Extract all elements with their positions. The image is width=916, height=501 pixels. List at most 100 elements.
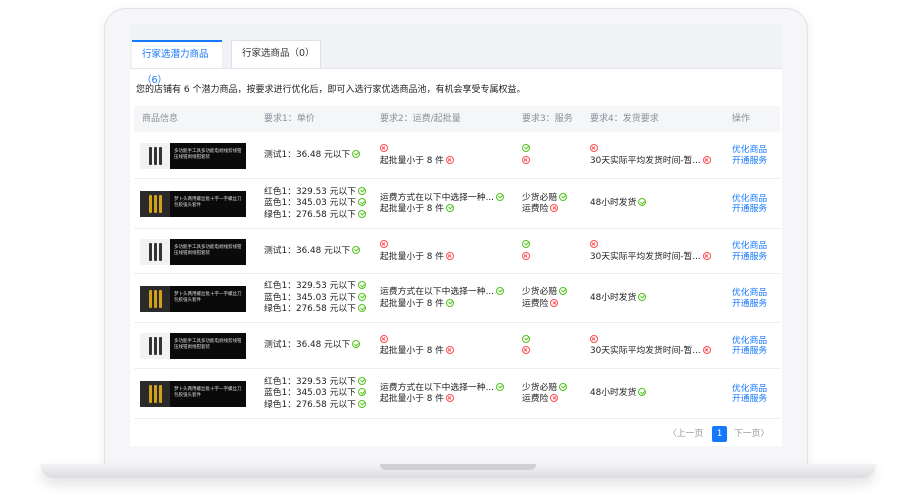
product-image <box>140 381 170 407</box>
check-circle-icon <box>357 399 366 408</box>
requirement-line: 运费险 <box>522 204 567 216</box>
enable-service-link[interactable]: 开通服务 <box>732 204 767 215</box>
requirement-line: 30天实际平均发货时间-暂... <box>590 346 711 358</box>
next-page-button[interactable]: 下一页〉 <box>734 426 769 442</box>
check-circle-icon <box>357 292 366 301</box>
notice-text: 您的店铺有 6 个潜力商品，按要求进行优化后，即可入选行家优选商品池，有机会享受… <box>136 85 526 95</box>
price-text: 蓝色1：345.03 元以下 <box>264 198 356 209</box>
col-req-price: 要求1：单价 <box>264 114 315 124</box>
check-circle-icon <box>522 334 530 343</box>
price-line: 测试1：36.48 元以下 <box>264 245 361 258</box>
check-circle-icon <box>638 198 647 207</box>
check-circle-icon <box>638 388 647 397</box>
check-circle-icon <box>357 186 366 195</box>
requirement-line <box>522 251 530 264</box>
delivery-requirement-cell: 48小时发货 <box>590 292 647 305</box>
requirement-line: 运费方式在以下中选择一种... <box>380 382 504 395</box>
requirement-line <box>522 334 530 347</box>
check-circle-icon <box>352 149 361 158</box>
requirement-text: 运费方式在以下中选择一种... <box>380 192 494 203</box>
delivery-requirement-cell: 48小时发货 <box>590 388 647 400</box>
pagination: 〈上一页 1 下一页〉 <box>668 426 778 442</box>
product-image <box>140 285 170 312</box>
check-circle-icon <box>495 382 504 391</box>
actions-cell: 优化商品 开通服务 <box>732 194 767 215</box>
price-requirement-cell: 测试1：36.48 元以下 <box>264 340 361 352</box>
price-line: 蓝色1：345.03 元以下 <box>264 292 366 305</box>
requirement-text: 48小时发货 <box>590 388 637 399</box>
price-text: 测试1：36.48 元以下 <box>264 149 351 160</box>
product-thumbnail[interactable]: 梦卜头两用螺丝批十字一字螺丝刀包胶强头套件 <box>140 381 246 407</box>
price-line: 红色1：329.53 元以下 <box>264 281 366 293</box>
price-requirement-cell: 测试1：36.48 元以下 <box>264 245 361 258</box>
price-line: 绿色1：276.58 元以下 <box>264 304 366 316</box>
requirement-text: 运费险 <box>522 394 549 404</box>
requirement-text: 30天实际平均发货时间-暂... <box>590 155 701 166</box>
table-row: 梦卜头两用螺丝批十字一字螺丝刀包胶强头套件 红色1：329.53 元以下 蓝色1：3… <box>134 180 780 229</box>
tab-selected-products[interactable]: 行家选商品（0） <box>231 40 321 68</box>
check-circle-icon <box>357 376 366 385</box>
enable-service-link[interactable]: 开通服务 <box>732 299 767 310</box>
product-thumbnail[interactable]: 多功能手工具多功能电剥线剪线钳压线钳剥线钳套装 <box>140 333 246 359</box>
x-circle-icon <box>702 251 711 260</box>
x-circle-icon <box>590 334 598 343</box>
laptop-notch <box>380 464 536 470</box>
requirement-line <box>590 334 711 347</box>
requirement-text: 起批量小于 8 件 <box>380 394 444 404</box>
service-requirement-cell <box>522 334 530 358</box>
requirement-line: 48小时发货 <box>590 292 647 305</box>
table-header: 商品信息 要求1：单价 要求2：运费/起批量 要求3：服务 要求4：发货要求 操… <box>134 106 780 132</box>
price-requirement-cell: 测试1：36.48 元以下 <box>264 149 361 162</box>
enable-service-link[interactable]: 开通服务 <box>732 252 767 263</box>
product-image <box>140 333 170 359</box>
optimize-product-link[interactable]: 优化商品 <box>732 145 767 156</box>
enable-service-link[interactable]: 开通服务 <box>732 346 767 357</box>
product-title: 多功能手工具多功能电剥线剪线钳压线钳剥线钳套装 <box>174 244 242 256</box>
col-product-info: 商品信息 <box>142 114 179 124</box>
requirement-line <box>380 144 454 156</box>
price-line: 蓝色1：345.03 元以下 <box>264 198 366 210</box>
requirement-text: 起批量小于 8 件 <box>380 155 444 166</box>
price-line: 绿色1：276.58 元以下 <box>264 399 366 412</box>
product-thumbnail[interactable]: 梦卜头两用螺丝批十字一字螺丝刀包胶强头套件 <box>140 191 246 217</box>
price-text: 蓝色1：345.03 元以下 <box>264 292 356 303</box>
x-circle-icon <box>522 155 530 164</box>
requirement-line <box>522 155 530 168</box>
shipping-requirement-cell: 起批量小于 8 件 <box>380 334 454 358</box>
product-thumbnail[interactable]: 多功能手工具多功能电剥线剪线钳压线钳剥线钳套装 <box>140 142 246 169</box>
requirement-line <box>590 240 711 252</box>
actions-cell: 优化商品 开通服务 <box>732 241 767 262</box>
enable-service-link[interactable]: 开通服务 <box>732 156 767 167</box>
check-circle-icon <box>352 245 361 254</box>
optimize-product-link[interactable]: 优化商品 <box>732 288 767 299</box>
optimize-product-link[interactable]: 优化商品 <box>732 384 767 395</box>
tab-potential-products[interactable]: 行家选潜力商品（6） <box>132 40 222 86</box>
x-circle-icon <box>445 394 454 402</box>
requirement-line: 起批量小于 8 件 <box>380 204 504 216</box>
requirement-line <box>380 334 454 347</box>
requirement-text: 少货必赔 <box>522 287 558 297</box>
requirement-text: 运费险 <box>522 298 549 309</box>
col-req-service: 要求3：服务 <box>522 114 573 124</box>
x-circle-icon <box>380 144 388 152</box>
optimize-product-link[interactable]: 优化商品 <box>732 241 767 252</box>
enable-service-link[interactable]: 开通服务 <box>732 394 767 405</box>
product-thumbnail[interactable]: 多功能手工具多功能电剥线剪线钳压线钳剥线钳套装 <box>140 238 246 265</box>
requirement-line: 少货必赔 <box>522 192 568 205</box>
prev-page-button[interactable]: 〈上一页 <box>668 426 703 442</box>
service-requirement-cell <box>522 144 530 167</box>
optimize-product-link[interactable]: 优化商品 <box>732 336 767 347</box>
page-1-button[interactable]: 1 <box>712 426 727 442</box>
check-circle-icon <box>638 292 647 301</box>
requirement-text: 起批量小于 8 件 <box>380 204 444 214</box>
requirement-line: 少货必赔 <box>522 382 568 395</box>
optimize-product-link[interactable]: 优化商品 <box>732 194 767 205</box>
price-text: 绿色1：276.58 元以下 <box>264 209 356 220</box>
delivery-requirement-cell: 30天实际平均发货时间-暂... <box>590 240 711 263</box>
requirement-line: 运费方式在以下中选择一种... <box>380 192 504 205</box>
requirement-line <box>522 240 530 252</box>
product-thumbnail[interactable]: 梦卜头两用螺丝批十字一字螺丝刀包胶强头套件 <box>140 285 246 312</box>
shipping-requirement-cell: 运费方式在以下中选择一种... 起批量小于 8 件 <box>380 287 504 310</box>
check-circle-icon <box>559 382 568 391</box>
tab-bar: 行家选潜力商品（6） 行家选商品（0） <box>130 24 782 86</box>
